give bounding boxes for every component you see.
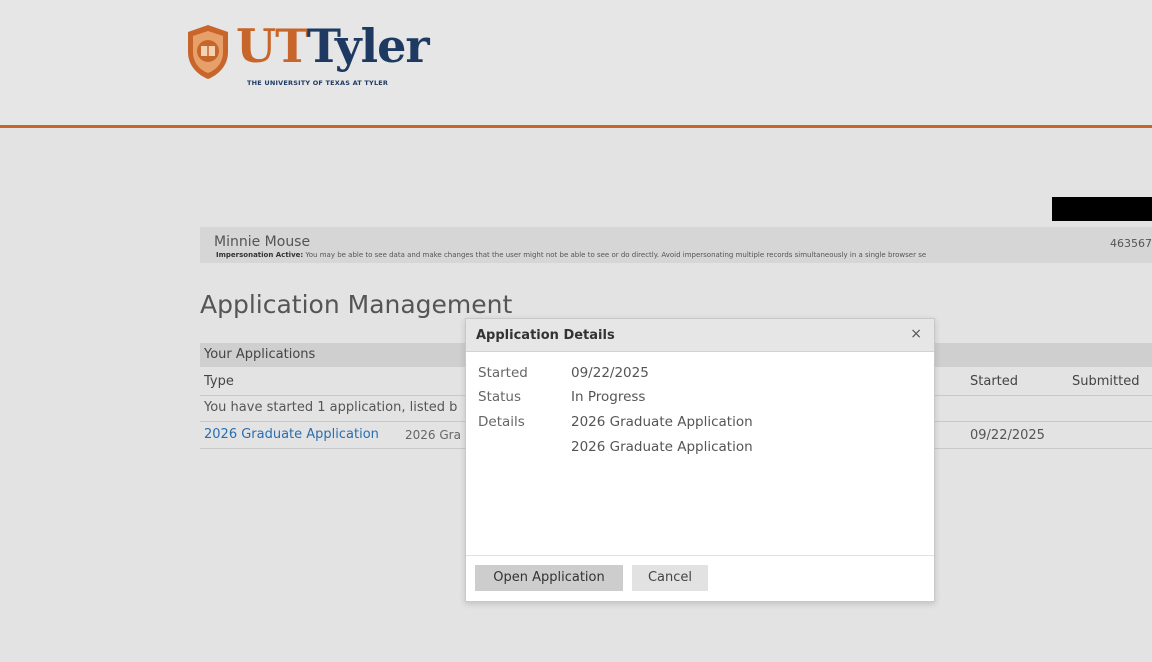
dialog-title: Application Details [476, 328, 615, 343]
page-title: Application Management [200, 290, 513, 319]
applications-info-text: You have started 1 application, listed b [204, 400, 458, 415]
impersonation-note-label: Impersonation Active: [216, 251, 304, 259]
impersonated-user-name: Minnie Mouse [214, 234, 311, 250]
column-header-type: Type [204, 374, 234, 389]
column-header-submitted: Submitted [1072, 374, 1140, 389]
details-value: 2026 Graduate Application [571, 414, 753, 430]
applications-section-title: Your Applications [204, 347, 316, 362]
site-header: UTTyler THE UNIVERSITY OF TEXAS AT TYLER [0, 0, 1152, 127]
details-value: 2026 Graduate Application [571, 439, 753, 455]
header-divider [0, 125, 1152, 128]
started-label: Started [478, 365, 528, 381]
redaction-block [1052, 197, 1152, 221]
logo-subtitle: THE UNIVERSITY OF TEXAS AT TYLER [247, 79, 389, 87]
started-value: 09/22/2025 [571, 365, 649, 381]
impersonation-banner: Minnie Mouse 463567 Impersonation Active… [200, 227, 1152, 263]
brand-logo[interactable]: UTTyler [236, 16, 430, 76]
dialog-header: Application Details × [466, 319, 934, 352]
application-link[interactable]: 2026 Graduate Application [204, 427, 379, 442]
status-value: In Progress [571, 389, 646, 405]
column-header-started: Started [970, 374, 1019, 389]
logo-ut-text: UT [236, 19, 308, 73]
details-label: Details [478, 414, 525, 430]
application-started-date: 09/22/2025 [970, 428, 1045, 443]
open-application-button[interactable]: Open Application [475, 565, 623, 591]
cancel-button[interactable]: Cancel [632, 565, 708, 591]
application-type: 2026 Gra [405, 428, 461, 442]
shield-logo-icon [188, 25, 228, 79]
dialog-footer: Open Application Cancel [466, 555, 934, 602]
impersonation-note: Impersonation Active: You may be able to… [216, 251, 926, 259]
application-details-dialog: Application Details × Started 09/22/2025… [465, 318, 935, 602]
impersonated-user-id: 463567 [1110, 237, 1152, 250]
status-label: Status [478, 389, 522, 405]
close-icon[interactable]: × [910, 326, 922, 342]
impersonation-note-text: You may be able to see data and make cha… [303, 251, 927, 259]
logo-tyler-text: Tyler [306, 19, 430, 73]
